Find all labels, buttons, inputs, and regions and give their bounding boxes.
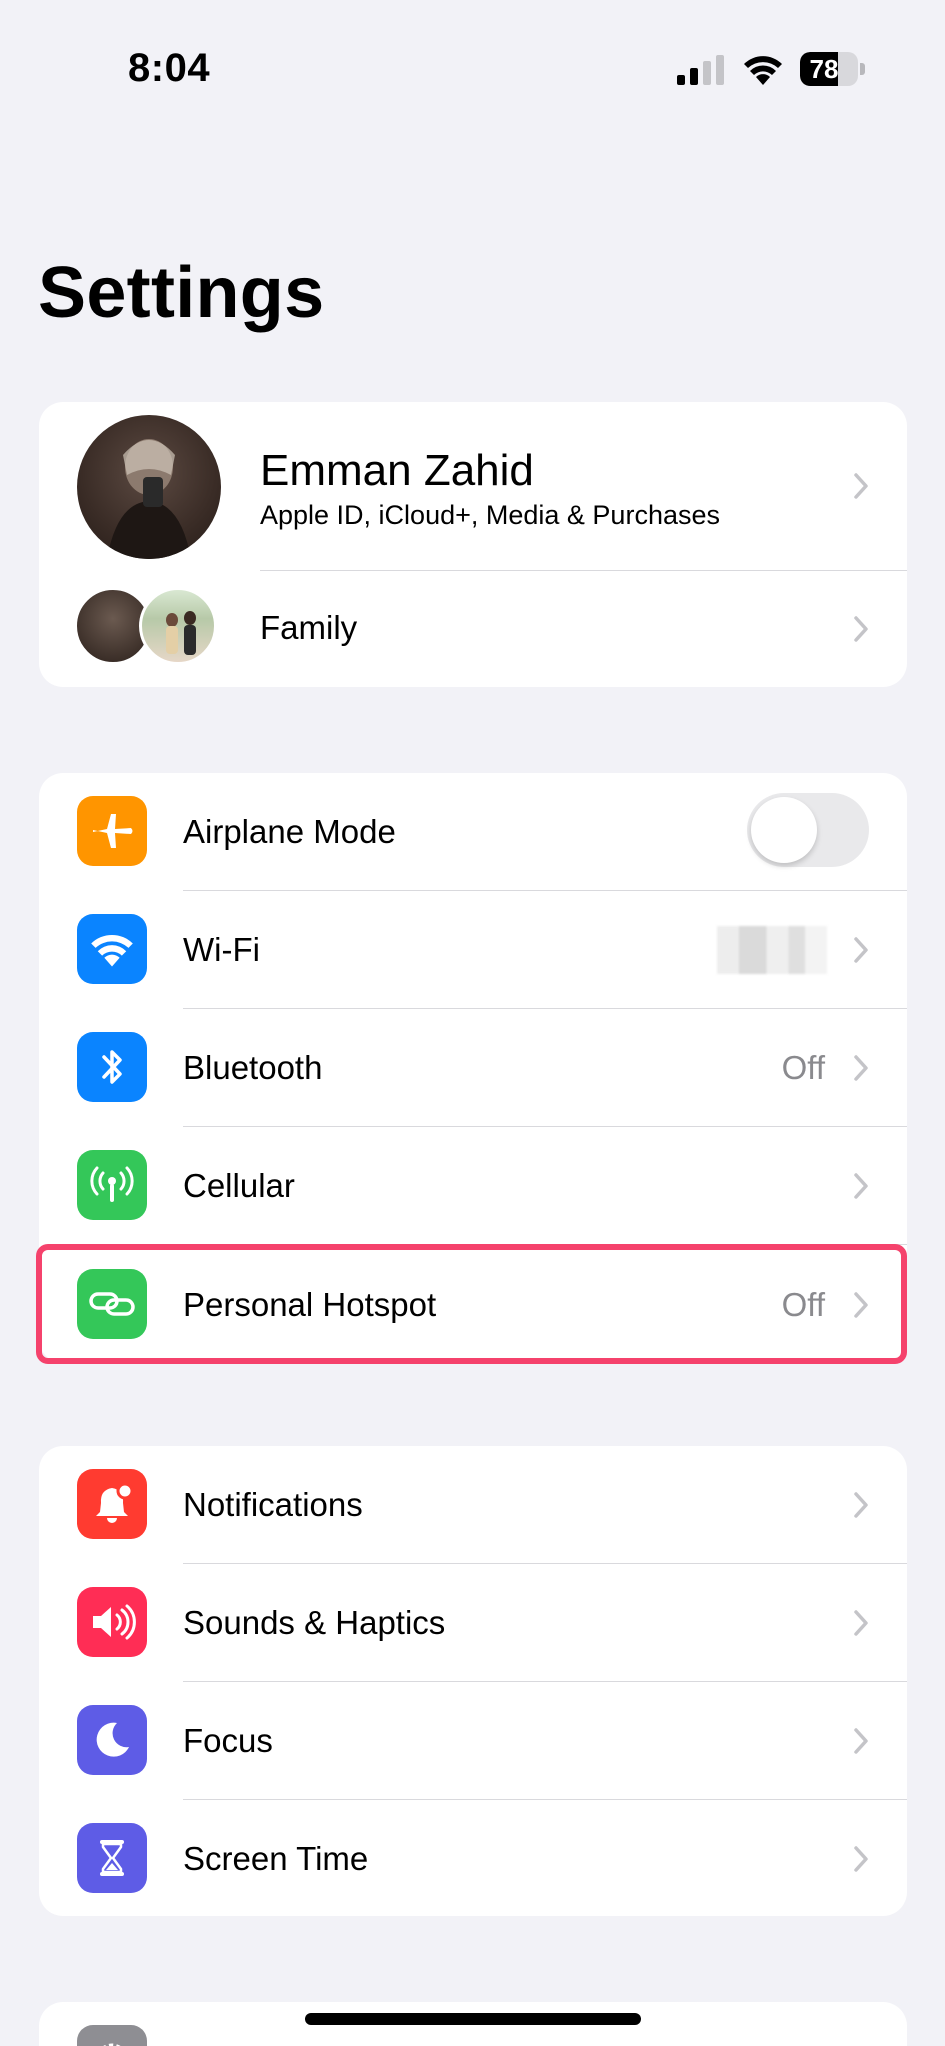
status-time: 8:04 <box>128 46 211 90</box>
airplane-mode-toggle[interactable] <box>747 793 869 867</box>
chevron-right-icon <box>854 616 868 642</box>
personal-hotspot-value: Off <box>781 1286 825 1323</box>
personal-hotspot-row[interactable]: Personal Hotspot Off <box>39 1245 907 1363</box>
moon-icon <box>77 1705 147 1775</box>
airplane-mode-row[interactable]: Airplane Mode <box>39 773 907 890</box>
chevron-right-icon <box>854 1846 868 1872</box>
bluetooth-label: Bluetooth <box>183 1049 323 1086</box>
hourglass-icon <box>77 1823 147 1893</box>
battery-percent: 78 <box>809 54 839 84</box>
battery-icon: 78 <box>800 52 866 86</box>
screen-time-label: Screen Time <box>183 1840 369 1877</box>
speaker-icon <box>77 1587 147 1657</box>
chevron-right-icon <box>854 1173 868 1199</box>
chevron-right-icon <box>854 937 868 963</box>
gear-icon <box>77 2025 147 2046</box>
chevron-right-icon <box>854 1492 868 1518</box>
avatar <box>77 415 221 559</box>
personal-hotspot-label: Personal Hotspot <box>183 1286 437 1323</box>
apple-id-row[interactable]: Emman Zahid Apple ID, iCloud+, Media & P… <box>39 402 907 570</box>
chevron-right-icon <box>854 473 868 499</box>
cellular-row[interactable]: Cellular <box>39 1127 907 1244</box>
bluetooth-icon <box>77 1032 147 1102</box>
chevron-right-icon <box>854 1055 868 1081</box>
notifications-label: Notifications <box>183 1486 363 1523</box>
profile-subtitle: Apple ID, iCloud+, Media & Purchases <box>260 500 720 530</box>
wifi-network-name-redacted <box>717 926 827 974</box>
bluetooth-row[interactable]: Bluetooth Off <box>39 1009 907 1126</box>
wifi-row[interactable]: Wi-Fi <box>39 891 907 1008</box>
page-title: Settings <box>38 253 325 333</box>
chevron-right-icon <box>854 1292 868 1318</box>
cellular-label: Cellular <box>183 1167 295 1204</box>
profile-name: Emman Zahid <box>260 446 534 495</box>
family-row[interactable]: Family <box>39 571 907 687</box>
wifi-status-icon <box>744 56 782 85</box>
general-card: Notifications Sounds & Haptics Focus Scr… <box>39 1446 907 1916</box>
family-label: Family <box>260 609 358 646</box>
chevron-right-icon <box>854 1728 868 1754</box>
cellular-signal-icon <box>677 55 724 85</box>
bell-icon <box>77 1469 147 1539</box>
status-bar: 8:04 78 <box>0 0 945 140</box>
focus-label: Focus <box>183 1722 273 1759</box>
home-indicator <box>305 2013 641 2025</box>
sounds-haptics-row[interactable]: Sounds & Haptics <box>39 1564 907 1681</box>
wifi-icon <box>77 914 147 984</box>
airplane-icon <box>77 796 147 866</box>
notifications-row[interactable]: Notifications <box>39 1446 907 1563</box>
family-avatar-2 <box>139 587 217 665</box>
screen-time-row[interactable]: Screen Time <box>39 1800 907 1916</box>
wifi-label: Wi-Fi <box>183 931 260 968</box>
chevron-right-icon <box>854 1610 868 1636</box>
focus-row[interactable]: Focus <box>39 1682 907 1799</box>
connectivity-card: Airplane Mode Wi-Fi Bluetooth Off Cellul… <box>39 773 907 1363</box>
profile-card: Emman Zahid Apple ID, iCloud+, Media & P… <box>39 402 907 687</box>
sounds-haptics-label: Sounds & Haptics <box>183 1604 446 1641</box>
airplane-mode-label: Airplane Mode <box>183 813 396 850</box>
bluetooth-value: Off <box>781 1049 825 1086</box>
antenna-icon <box>77 1150 147 1220</box>
link-icon <box>77 1269 147 1339</box>
